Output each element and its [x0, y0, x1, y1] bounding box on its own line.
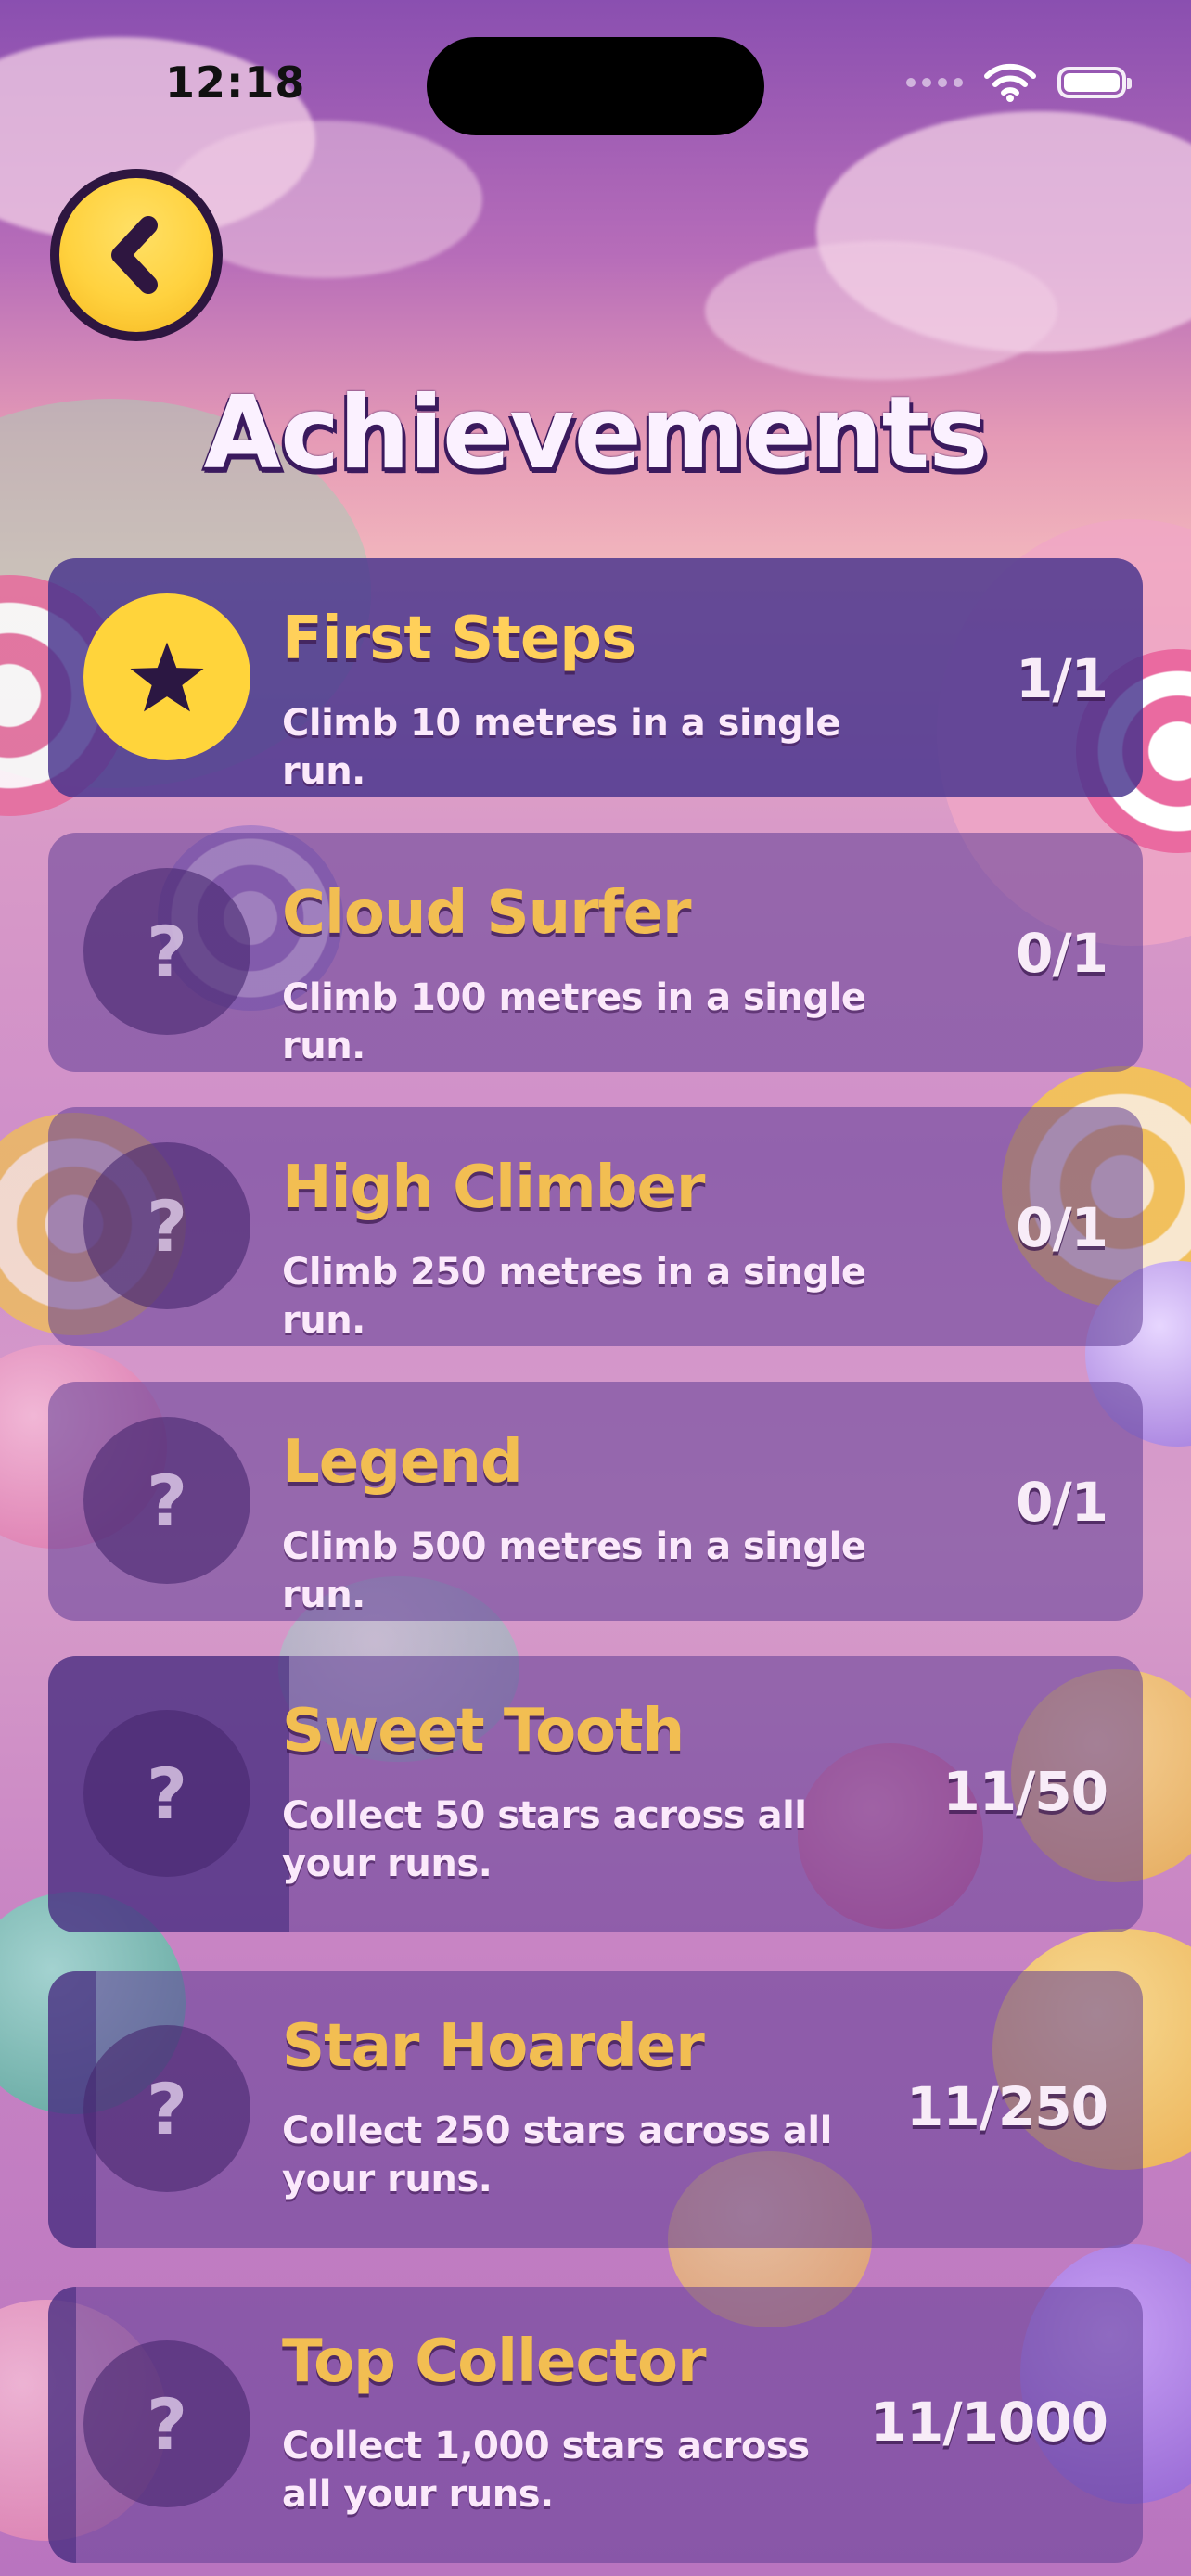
achievement-badge: ? [83, 2340, 250, 2507]
achievement-badge: ? [83, 1417, 250, 1584]
achievement-card[interactable]: ? Sweet Tooth Collect 50 stars across al… [48, 1656, 1143, 1932]
achievement-progress-fill [48, 2287, 76, 2563]
achievement-name: High Climber [282, 1154, 705, 1222]
achievement-card[interactable]: ? High Climber Climb 250 metres in a sin… [48, 1107, 1143, 1346]
locked-icon: ? [146, 1752, 188, 1835]
status-icons [906, 63, 1132, 102]
achievement-progress: 11/1000 [869, 2391, 1108, 2454]
achievement-card[interactable]: ? Cloud Surfer Climb 100 metres in a sin… [48, 833, 1143, 1072]
achievement-name: Top Collector [282, 2327, 706, 2396]
achievement-name: Cloud Surfer [282, 879, 692, 948]
achievement-name: Legend [282, 1428, 523, 1497]
achievement-badge: ? [83, 2025, 250, 2192]
achievement-description: Climb 10 metres in a single run. [282, 702, 841, 793]
achievement-progress: 1/1 [1016, 647, 1108, 710]
achievement-progress: 0/1 [1016, 922, 1108, 985]
achievement-badge: ? [83, 1710, 250, 1877]
achievement-description: Climb 250 metres in a single run. [282, 1251, 866, 1342]
achievement-badge: ? [83, 1142, 250, 1309]
achievement-name: Sweet Tooth [282, 1697, 685, 1766]
achievement-card[interactable]: First Steps Climb 10 metres in a single … [48, 558, 1143, 797]
achievement-description: Climb 100 metres in a single run. [282, 976, 866, 1067]
locked-icon: ? [146, 1459, 188, 1542]
achievement-card[interactable]: ? Star Hoarder Collect 250 stars across … [48, 1971, 1143, 2248]
achievement-description: Climb 500 metres in a single run. [282, 1525, 866, 1616]
achievement-badge [83, 593, 250, 760]
chevron-left-icon [111, 216, 158, 294]
achievement-name: First Steps [282, 605, 636, 673]
page-title: Achievements [203, 376, 989, 491]
achievement-progress: 11/50 [942, 1760, 1108, 1823]
achievement-description: Collect 250 stars across all your runs. [282, 2110, 832, 2200]
achievement-description: Collect 50 stars across all your runs. [282, 1794, 807, 1885]
locked-icon: ? [146, 910, 188, 993]
achievement-name: Star Hoarder [282, 2012, 705, 2081]
achievement-progress: 11/250 [906, 2075, 1108, 2138]
status-time: 12:18 [165, 57, 306, 108]
dynamic-island [427, 37, 764, 135]
achievement-progress: 0/1 [1016, 1471, 1108, 1534]
locked-icon: ? [146, 2382, 188, 2466]
back-button-face[interactable] [59, 178, 213, 332]
back-button[interactable] [50, 169, 223, 341]
wifi-icon [984, 63, 1036, 102]
locked-icon: ? [146, 1184, 188, 1268]
achievement-progress: 0/1 [1016, 1196, 1108, 1259]
locked-icon: ? [146, 2067, 188, 2150]
cellular-icon [906, 78, 963, 87]
achievement-badge: ? [83, 868, 250, 1035]
battery-icon [1057, 67, 1132, 98]
achievement-card[interactable]: ? Top Collector Collect 1,000 stars acro… [48, 2287, 1143, 2563]
achievement-card[interactable]: ? Legend Climb 500 metres in a single ru… [48, 1382, 1143, 1621]
achievement-description: Collect 1,000 stars across all your runs… [282, 2425, 810, 2516]
star-icon [130, 642, 204, 712]
